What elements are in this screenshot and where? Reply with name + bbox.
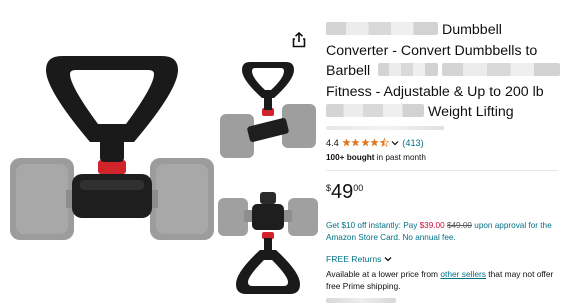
star-icon (351, 138, 360, 147)
bought-period: in past month (374, 152, 426, 162)
redacted-text (326, 298, 396, 303)
price-fraction: 00 (353, 182, 364, 193)
redacted-text (326, 125, 444, 130)
product-title[interactable]: Dumbbell Converter - Convert Dumbbells t… (326, 20, 562, 130)
bought-in-past-month: 100+ bought in past month (326, 153, 562, 162)
free-returns-label: FREE Returns (326, 253, 382, 264)
thumbnail-1-graphic (220, 62, 316, 158)
review-count-link[interactable]: (413) (402, 138, 423, 148)
rating-value: 4.4 (326, 137, 339, 148)
share-icon[interactable] (292, 31, 306, 48)
kettlebell-handle-image (10, 56, 214, 240)
redacted-text (378, 63, 439, 76)
bought-count: 100+ bought (326, 152, 375, 162)
star-icon (342, 138, 351, 147)
rating-row: 4.4 (413) (326, 138, 562, 148)
availability-message: Available at a lower price from other se… (326, 268, 562, 293)
thumbnail-image-2[interactable] (214, 188, 322, 296)
star-rating[interactable] (342, 138, 390, 147)
other-sellers-link[interactable]: other sellers (440, 269, 486, 279)
free-returns-link[interactable]: FREE Returns (326, 254, 562, 264)
thumbnail-2-graphic (218, 192, 318, 294)
redacted-text (442, 63, 561, 76)
availability-prefix: Available at a lower price from (326, 268, 441, 279)
store-card-promo[interactable]: Get $10 off instantly: Pay $39.00 $49.00… (326, 220, 562, 245)
product-info: Dumbbell Converter - Convert Dumbbells t… (326, 20, 562, 293)
redacted-text (326, 104, 424, 117)
chevron-down-icon[interactable] (391, 140, 399, 146)
star-icon (361, 138, 370, 147)
promo-old-price: $49.00 (446, 220, 472, 230)
title-part-3: Weight Lifting (427, 104, 514, 120)
promo-new-price: $39.00 (419, 220, 445, 230)
price-whole: 49 (331, 180, 354, 203)
chevron-down-icon (384, 256, 392, 261)
star-icon (370, 138, 379, 147)
promo-text-1: Get $10 off instantly: Pay (326, 220, 420, 230)
star-half-icon (379, 138, 389, 147)
redacted-brand (326, 22, 438, 35)
price: $ 49 00 (326, 181, 562, 203)
title-part-2: Fitness - Adjustable & Up to 200 lb (326, 83, 544, 100)
divider (326, 169, 558, 171)
main-product-image[interactable] (6, 50, 218, 250)
thumbnail-image-1[interactable] (218, 58, 318, 178)
